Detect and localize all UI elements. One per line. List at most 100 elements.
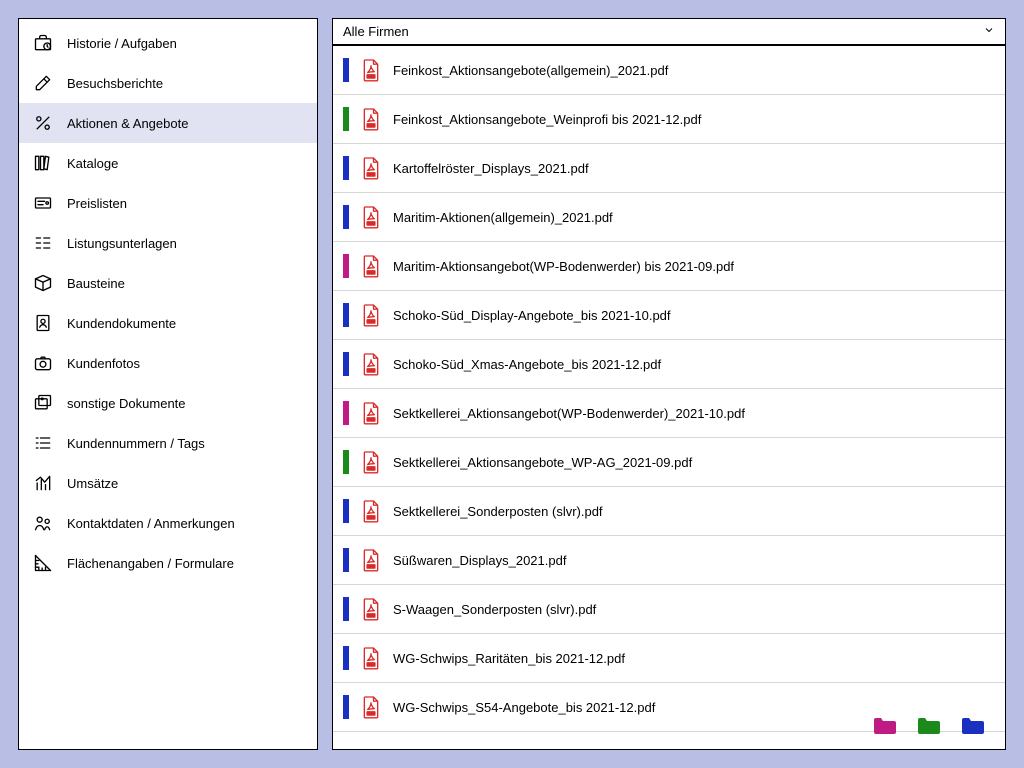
folder-filter-magenta[interactable] xyxy=(873,717,897,735)
sidebar-item-books[interactable]: Kataloge xyxy=(19,143,317,183)
svg-text:PDF: PDF xyxy=(368,320,374,324)
bar-chart-icon xyxy=(33,473,53,493)
file-name: WG-Schwips_Raritäten_bis 2021-12.pdf xyxy=(393,651,625,666)
sidebar-item-bar-chart[interactable]: Umsätze xyxy=(19,463,317,503)
color-strip xyxy=(343,695,349,719)
sidebar-item-edit-note[interactable]: Besuchsberichte xyxy=(19,63,317,103)
sidebar-item-label: Flächenangaben / Formulare xyxy=(67,556,234,571)
books-icon xyxy=(33,153,53,173)
sidebar-item-camera[interactable]: Kundenfotos xyxy=(19,343,317,383)
file-row[interactable]: PDF Süßwaren_Displays_2021.pdf xyxy=(333,536,1005,585)
file-row[interactable]: PDF Schoko-Süd_Xmas-Angebote_bis 2021-12… xyxy=(333,340,1005,389)
file-name: Maritim-Aktionsangebot(WP-Bodenwerder) b… xyxy=(393,259,734,274)
sidebar-item-tag-list[interactable]: Kundennummern / Tags xyxy=(19,423,317,463)
sidebar-item-percent[interactable]: Aktionen & Angebote xyxy=(19,103,317,143)
pdf-icon: PDF xyxy=(361,352,381,376)
svg-text:PDF: PDF xyxy=(368,516,374,520)
ruler-icon xyxy=(33,553,53,573)
company-filter-label: Alle Firmen xyxy=(343,24,409,39)
pdf-icon: PDF xyxy=(361,107,381,131)
svg-text:PDF: PDF xyxy=(368,614,374,618)
briefcase-clock-icon xyxy=(33,33,53,53)
footer-folder-filter xyxy=(873,717,985,735)
file-name: Schoko-Süd_Display-Angebote_bis 2021-10.… xyxy=(393,308,671,323)
color-strip xyxy=(343,303,349,327)
sidebar-item-label: Umsätze xyxy=(67,476,118,491)
color-strip xyxy=(343,548,349,572)
svg-text:PDF: PDF xyxy=(368,124,374,128)
svg-text:PDF: PDF xyxy=(368,712,374,716)
user-doc-icon xyxy=(33,313,53,333)
color-strip xyxy=(343,254,349,278)
svg-text:PDF: PDF xyxy=(368,173,374,177)
color-strip xyxy=(343,499,349,523)
pdf-icon: PDF xyxy=(361,156,381,180)
file-list: PDF Feinkost_Aktionsangebote(allgemein)_… xyxy=(333,46,1005,749)
sidebar-item-label: Preislisten xyxy=(67,196,127,211)
color-strip xyxy=(343,107,349,131)
sidebar-item-label: Kontaktdaten / Anmerkungen xyxy=(67,516,235,531)
file-row[interactable]: PDF Sektkellerei_Aktionsangebote_WP-AG_2… xyxy=(333,438,1005,487)
sidebar-item-box[interactable]: Bausteine xyxy=(19,263,317,303)
sidebar-item-images[interactable]: sonstige Dokumente xyxy=(19,383,317,423)
sidebar-item-ruler[interactable]: Flächenangaben / Formulare xyxy=(19,543,317,583)
file-row[interactable]: PDF Sektkellerei_Aktionsangebot(WP-Boden… xyxy=(333,389,1005,438)
pdf-icon: PDF xyxy=(361,450,381,474)
color-strip xyxy=(343,450,349,474)
sidebar-item-list-lines[interactable]: Listungsunterlagen xyxy=(19,223,317,263)
svg-text:PDF: PDF xyxy=(368,75,374,79)
file-name: Feinkost_Aktionsangebote_Weinprofi bis 2… xyxy=(393,112,701,127)
main-panel: Alle Firmen PDF Feinkost_Aktionsangebote… xyxy=(332,18,1006,750)
pdf-icon: PDF xyxy=(361,58,381,82)
file-row[interactable]: PDF Feinkost_Aktionsangebote(allgemein)_… xyxy=(333,46,1005,95)
svg-text:PDF: PDF xyxy=(368,565,374,569)
sidebar-item-briefcase-clock[interactable]: Historie / Aufgaben xyxy=(19,23,317,63)
color-strip xyxy=(343,352,349,376)
file-name: Schoko-Süd_Xmas-Angebote_bis 2021-12.pdf xyxy=(393,357,661,372)
folder-filter-blue[interactable] xyxy=(961,717,985,735)
svg-text:PDF: PDF xyxy=(368,369,374,373)
pdf-icon: PDF xyxy=(361,499,381,523)
chevron-down-icon xyxy=(983,24,995,39)
sidebar-item-label: Historie / Aufgaben xyxy=(67,36,177,51)
sidebar-item-price-tag[interactable]: Preislisten xyxy=(19,183,317,223)
sidebar-item-people[interactable]: Kontaktdaten / Anmerkungen xyxy=(19,503,317,543)
file-row[interactable]: PDF S-Waagen_Sonderposten (slvr).pdf xyxy=(333,585,1005,634)
folder-filter-green[interactable] xyxy=(917,717,941,735)
edit-note-icon xyxy=(33,73,53,93)
color-strip xyxy=(343,58,349,82)
camera-icon xyxy=(33,353,53,373)
images-icon xyxy=(33,393,53,413)
file-row[interactable]: PDF Feinkost_Aktionsangebote_Weinprofi b… xyxy=(333,95,1005,144)
pdf-icon: PDF xyxy=(361,597,381,621)
file-row[interactable]: PDF Maritim-Aktionen(allgemein)_2021.pdf xyxy=(333,193,1005,242)
file-row[interactable]: PDF Schoko-Süd_Display-Angebote_bis 2021… xyxy=(333,291,1005,340)
svg-text:PDF: PDF xyxy=(368,467,374,471)
pdf-icon: PDF xyxy=(361,303,381,327)
sidebar-item-label: Kundennummern / Tags xyxy=(67,436,205,451)
pdf-icon: PDF xyxy=(361,548,381,572)
svg-text:PDF: PDF xyxy=(368,222,374,226)
file-row[interactable]: PDF Kartoffelröster_Displays_2021.pdf xyxy=(333,144,1005,193)
pdf-icon: PDF xyxy=(361,695,381,719)
file-row[interactable]: PDF WG-Schwips_Raritäten_bis 2021-12.pdf xyxy=(333,634,1005,683)
file-row[interactable]: PDF Sektkellerei_Sonderposten (slvr).pdf xyxy=(333,487,1005,536)
box-icon xyxy=(33,273,53,293)
file-name: Kartoffelröster_Displays_2021.pdf xyxy=(393,161,589,176)
company-filter-dropdown[interactable]: Alle Firmen xyxy=(333,19,1005,46)
file-name: Süßwaren_Displays_2021.pdf xyxy=(393,553,566,568)
file-name: Feinkost_Aktionsangebote(allgemein)_2021… xyxy=(393,63,668,78)
svg-text:PDF: PDF xyxy=(368,418,374,422)
color-strip xyxy=(343,646,349,670)
list-lines-icon xyxy=(33,233,53,253)
sidebar-item-user-doc[interactable]: Kundendokumente xyxy=(19,303,317,343)
color-strip xyxy=(343,156,349,180)
file-row[interactable]: PDF Maritim-Aktionsangebot(WP-Bodenwerde… xyxy=(333,242,1005,291)
pdf-icon: PDF xyxy=(361,205,381,229)
people-icon xyxy=(33,513,53,533)
sidebar-item-label: Kataloge xyxy=(67,156,118,171)
file-name: S-Waagen_Sonderposten (slvr).pdf xyxy=(393,602,596,617)
pdf-icon: PDF xyxy=(361,646,381,670)
sidebar-item-label: Aktionen & Angebote xyxy=(67,116,188,131)
price-tag-icon xyxy=(33,193,53,213)
